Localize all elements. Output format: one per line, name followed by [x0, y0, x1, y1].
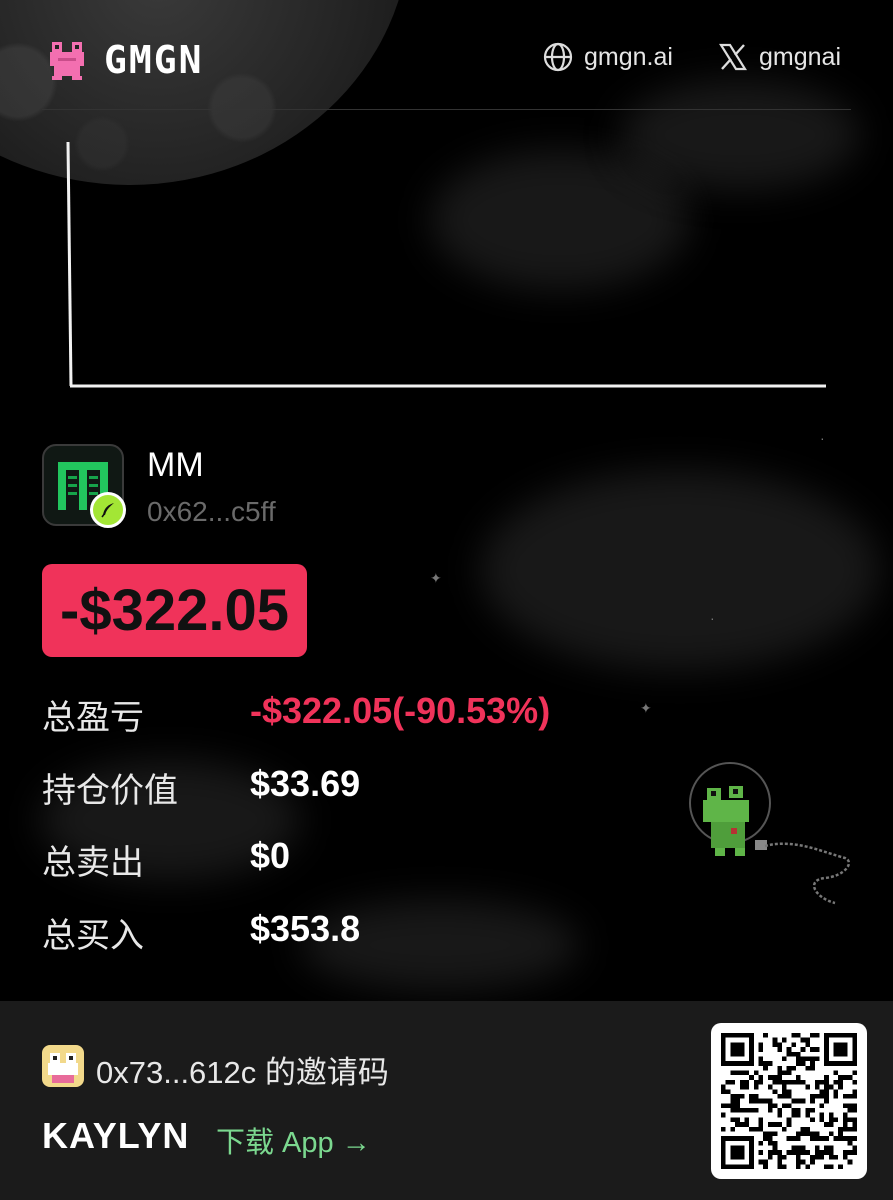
stat-value: $33.69	[250, 763, 361, 804]
download-app-link[interactable]: 下载 App →	[216, 1119, 371, 1161]
frog-logo-icon	[50, 42, 84, 80]
token-address[interactable]: 0x62...c5ff	[147, 496, 276, 528]
stat-row-total-pnl: 总盈亏 -$322.05(-90.53%)	[42, 690, 842, 740]
stat-label: 总盈亏	[42, 699, 144, 737]
x-account-link[interactable]: gmgnai	[717, 40, 841, 74]
token-name: MM	[147, 446, 204, 484]
pnl-chart	[66, 142, 826, 388]
pnl-headline-badge: -$322.05	[42, 564, 307, 657]
stat-label: 持仓价值	[42, 772, 178, 810]
x-account-label: gmgnai	[759, 42, 841, 71]
inviter-label: 0x73...612c 的邀请码	[96, 1055, 389, 1090]
stat-label: 总卖出	[42, 844, 144, 882]
qr-code[interactable]	[711, 1023, 867, 1179]
stat-label: 总买入	[42, 917, 144, 955]
globe-icon	[543, 42, 573, 72]
invite-code[interactable]: KAYLYN	[42, 1115, 189, 1157]
stat-row-total-bought: 总买入 $353.8	[42, 908, 842, 958]
chart-y-axis	[66, 142, 73, 387]
x-logo-icon	[719, 43, 747, 71]
inviter-avatar	[42, 1045, 84, 1087]
stat-value: $0	[250, 835, 291, 876]
stat-value: -$322.05(-90.53%)	[250, 690, 551, 731]
header: GMGN gmgn.ai gmgnai	[42, 30, 851, 110]
token-info: MM 0x62...c5ff	[42, 444, 442, 536]
brand-name: GMGN	[104, 38, 204, 82]
astronaut-frog-illustration	[689, 762, 851, 905]
quill-badge-icon	[90, 492, 126, 528]
stat-value: $353.8	[250, 908, 361, 949]
website-link-label: gmgn.ai	[584, 42, 673, 71]
website-link[interactable]: gmgn.ai	[542, 40, 673, 74]
invite-footer: 0x73...612c 的邀请码 KAYLYN 下载 App →	[0, 1001, 893, 1200]
